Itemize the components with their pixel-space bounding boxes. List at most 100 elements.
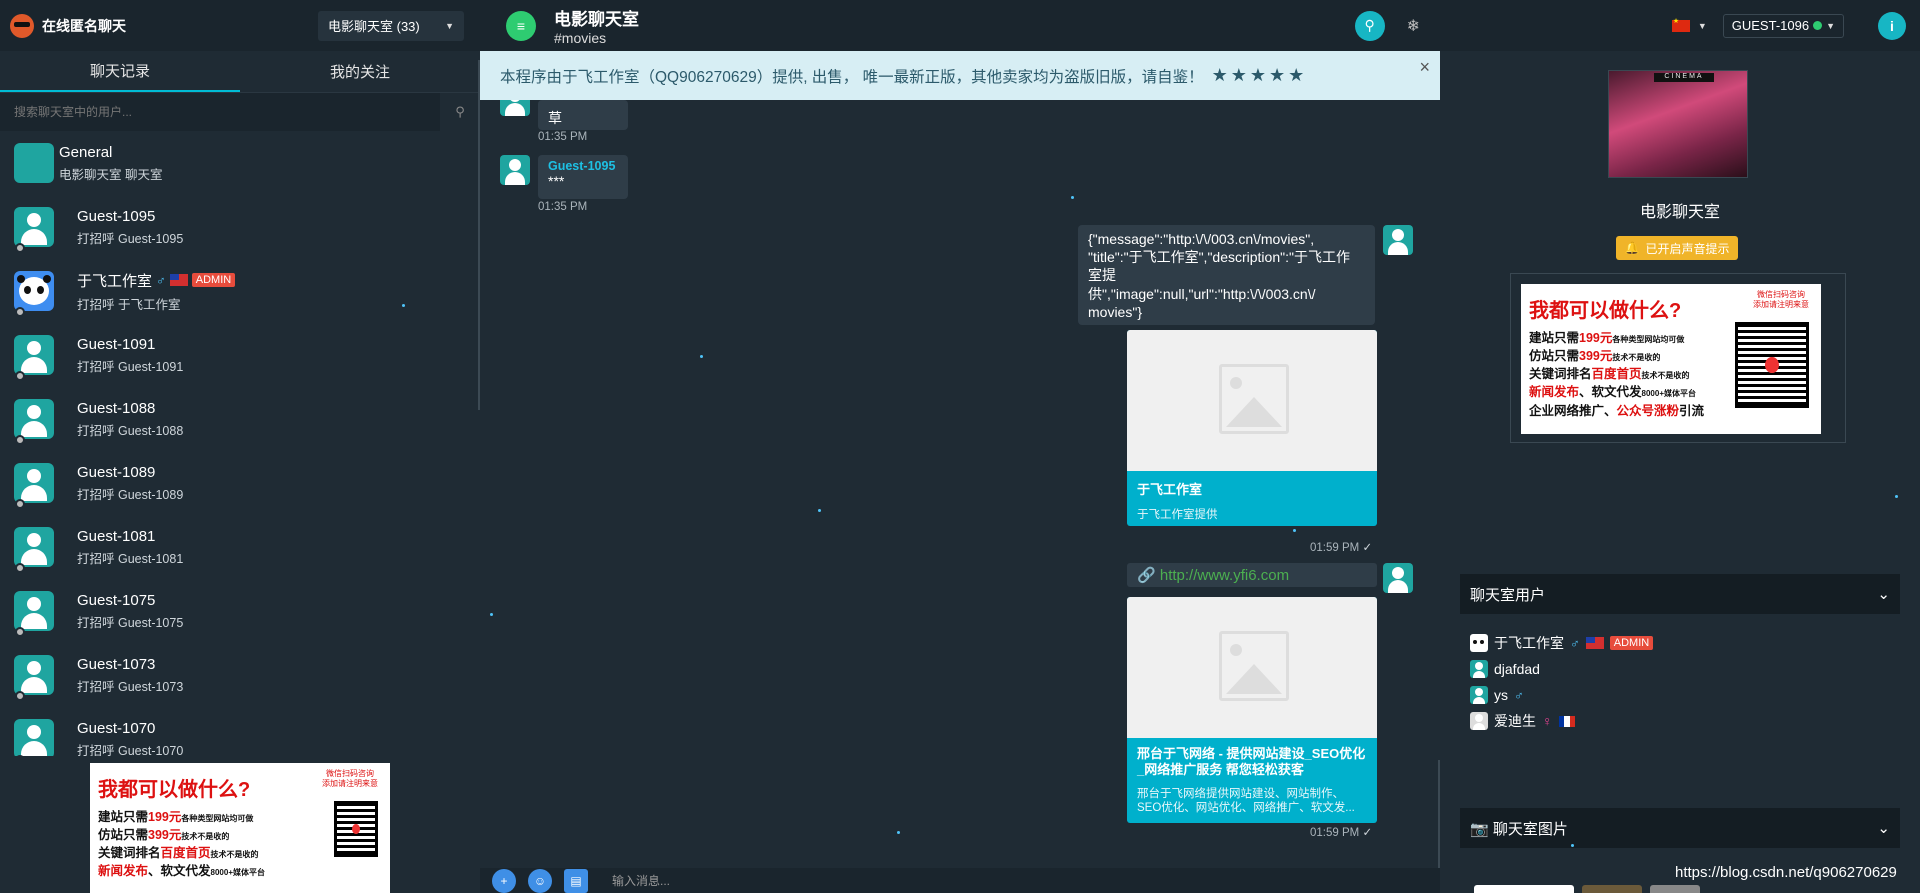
flag-icon <box>1558 715 1575 727</box>
ad-banner-left[interactable]: 我都可以做什么? 微信扫码咨询 添加请注明来意 建站只需199元各种类型网站均可… <box>90 763 390 893</box>
brand[interactable]: 在线匿名聊天 <box>10 13 126 38</box>
conversation-item[interactable]: Guest-1073 打招呼 Guest-1073 <box>0 643 478 707</box>
chat-main: ≡ 电影聊天室 #movies ⚲ ❄ 本程序由于飞工作室（QQ90627062… <box>480 0 1440 893</box>
ad-line1-b: 199元 <box>148 810 182 824</box>
link-preview-card[interactable]: 于飞工作室 于飞工作室提供 <box>1127 330 1377 526</box>
user-menu[interactable]: GUEST-1096 ▼ <box>1722 13 1844 38</box>
double-check-icon: ✓ <box>1362 542 1373 554</box>
avatar[interactable] <box>500 100 530 116</box>
message-input[interactable]: 输入消息... <box>612 872 670 889</box>
close-icon[interactable]: × <box>1419 57 1430 78</box>
thumb-image[interactable] <box>1582 885 1642 893</box>
conversation-item[interactable]: Guest-1095 打招呼 Guest-1095 <box>0 195 478 259</box>
avatar[interactable] <box>500 155 530 185</box>
plus-icon[interactable]: + <box>492 868 516 893</box>
user-row[interactable]: 爱迪生 ♀ <box>1470 712 1653 730</box>
status-dot <box>15 691 25 701</box>
link-text[interactable]: http://www.yfi6.com <box>1160 567 1289 584</box>
avatar <box>1470 660 1488 678</box>
thumb-image[interactable] <box>1474 885 1574 893</box>
brand-title: 在线匿名聊天 <box>42 17 126 34</box>
user-row-name: ys <box>1494 687 1508 703</box>
user-search: ⚲ <box>0 93 480 131</box>
search-icon[interactable]: ⚲ <box>1354 10 1385 41</box>
users-panel-header[interactable]: 聊天室用户 ⌄ <box>1460 574 1900 614</box>
conversation-item[interactable]: Guest-1081 打招呼 Guest-1081 <box>0 515 478 579</box>
message-time: 01:35 PM <box>538 131 588 143</box>
sound-toggle-label: 已开启声音提示 <box>1645 241 1730 256</box>
chat-header: ≡ 电影聊天室 #movies ⚲ ❄ <box>480 0 1440 51</box>
info-icon[interactable]: i <box>1878 11 1906 40</box>
conversation-name: Guest-1089 <box>77 463 156 481</box>
thumb-image[interactable] <box>1650 885 1700 893</box>
ad-line2-c: 技术不是收的 <box>181 832 230 842</box>
ad-line2-b: 399元 <box>148 828 182 843</box>
menu-icon[interactable]: ≡ <box>506 10 536 41</box>
snow-particle <box>402 304 405 307</box>
avatar <box>14 271 54 311</box>
conversation-sub: 打招呼 Guest-1089 <box>77 487 184 502</box>
conversation-item[interactable]: 于飞工作室 ♂ ADMIN 打招呼 于飞工作室 <box>0 259 478 323</box>
images-panel-header[interactable]: 📷 聊天室图片 ⌄ <box>1460 808 1900 848</box>
avatar <box>14 527 54 567</box>
card-title: 于飞工作室 <box>1137 482 1203 497</box>
room-select-value: 电影聊天室 (33) <box>328 19 420 34</box>
admin-badge: ADMIN <box>1609 636 1654 650</box>
snowflake-icon[interactable]: ❄ <box>1407 16 1420 36</box>
user-search-input[interactable] <box>0 93 440 131</box>
status-dot <box>15 243 25 253</box>
right-sidebar: ▼ GUEST-1096 ▼ i CINEMA 电影聊天室 🔔 已开启声音提示 … <box>1440 0 1920 893</box>
conversation-item[interactable]: Guest-1091 打招呼 Guest-1091 <box>0 323 478 387</box>
user-list: 于飞工作室 ♂ ADMIN djafdad ys ♂ 爱迪生 ♀ <box>1470 634 1654 730</box>
caret-down-icon: ▼ <box>445 20 454 31</box>
user-row[interactable]: ys ♂ <box>1470 686 1653 704</box>
conversation-item[interactable]: Guest-1089 打招呼 Guest-1089 <box>0 451 478 515</box>
user-row[interactable]: 于飞工作室 ♂ ADMIN <box>1470 634 1654 652</box>
status-dot <box>15 435 25 445</box>
conversation-name: Guest-1091 <box>77 335 156 353</box>
link-preview-card[interactable]: 邢台于飞网络 - 提供网站建设_SEO优化_网络推广服务 帮您轻松获客 邢台于飞… <box>1127 597 1377 823</box>
conversation-item[interactable]: Guest-1075 打招呼 Guest-1075 <box>0 579 478 643</box>
emoji-icon[interactable]: ☺ <box>528 868 552 893</box>
brand-logo-icon <box>10 13 34 38</box>
conversation-item[interactable]: Guest-1088 打招呼 Guest-1088 <box>0 387 478 451</box>
room-sign: CINEMA <box>1654 73 1714 82</box>
ad-line1-b: 199元 <box>1579 331 1613 345</box>
room-slug: #movies <box>554 30 607 46</box>
message-line: 室提 <box>1088 267 1116 284</box>
sound-toggle-button[interactable]: 🔔 已开启声音提示 <box>1616 236 1738 260</box>
ad-line1-a: 建站只需 <box>1529 331 1580 345</box>
avatar[interactable] <box>1383 563 1413 593</box>
avatar[interactable] <box>1383 225 1413 255</box>
conversation-sub: 电影聊天室 聊天室 <box>59 167 163 182</box>
tab-following[interactable]: 我的关注 <box>240 51 480 92</box>
language-select[interactable]: ▼ <box>1671 17 1707 32</box>
male-icon: ♂ <box>156 272 166 288</box>
ad-line3-a: 关键词排名 <box>1529 367 1592 382</box>
link-bubble[interactable]: 🔗 http://www.yfi6.com <box>1127 563 1377 587</box>
avatar <box>14 655 54 695</box>
message-author[interactable]: Guest-1095 <box>548 159 618 173</box>
user-name: GUEST-1096 <box>1731 18 1810 33</box>
images-panel-title: 聊天室图片 <box>1492 820 1568 838</box>
image-placeholder-icon <box>1127 597 1377 738</box>
conversation-sub: 打招呼 Guest-1073 <box>77 679 184 694</box>
conversation-item[interactable]: Guest-1070 打招呼 Guest-1070 <box>0 707 478 756</box>
conversation-name: Guest-1081 <box>77 527 156 545</box>
ad-tag1: 微信扫码咨询 <box>1757 290 1805 299</box>
user-row[interactable]: djafdad <box>1470 660 1653 678</box>
ad-banner-right[interactable]: 我都可以做什么? 微信扫码咨询 添加请注明来意 建站只需199元各种类型网站均可… <box>1521 284 1821 434</box>
online-status-icon <box>1813 21 1823 30</box>
room-select[interactable]: 电影聊天室 (33) ▼ <box>318 10 464 41</box>
search-icon[interactable]: ⚲ <box>440 93 480 131</box>
status-dot <box>15 307 25 317</box>
message-bubble: Guest-1095 *** <box>538 155 628 199</box>
file-icon[interactable]: ▤ <box>564 868 588 893</box>
ad-line1-c: 各种类型网站均可做 <box>181 814 254 823</box>
panda-icon <box>17 275 49 305</box>
ad-line2-a: 仿站只需 <box>1529 349 1580 364</box>
message-line: 供","image":null,"url":"http:\/\/003.cn\/ <box>1088 285 1316 302</box>
conversation-item[interactable]: General 电影聊天室 聊天室 <box>0 131 478 195</box>
tab-chat-history[interactable]: 聊天记录 <box>0 51 240 92</box>
flag-cn-icon <box>1671 17 1690 32</box>
